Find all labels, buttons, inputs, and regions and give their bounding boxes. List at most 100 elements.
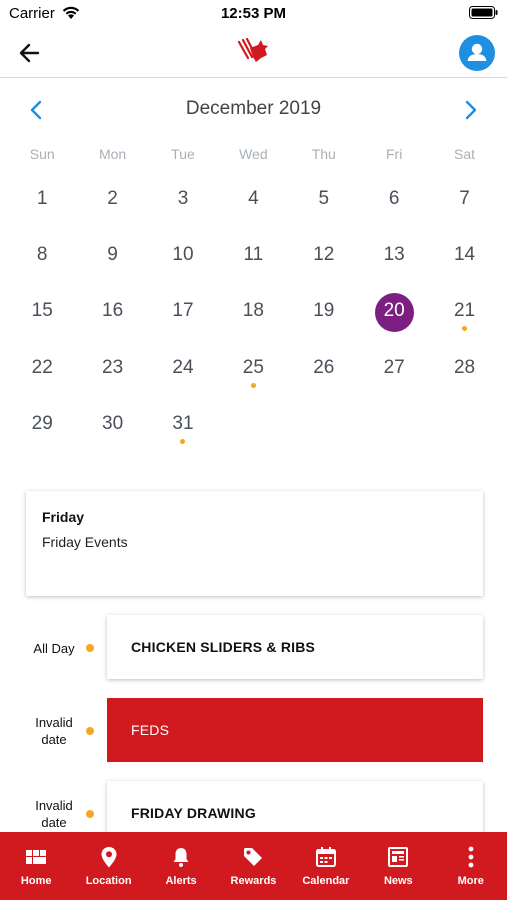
day-summary-card: Friday Friday Events [26,491,483,596]
day-number: 13 [383,244,405,266]
calendar-day[interactable]: 11 [218,232,288,288]
day-number: 25 [242,356,264,378]
calendar-day[interactable]: 12 [289,232,359,288]
day-number: 17 [172,300,194,322]
event-card[interactable]: FEDS [107,698,483,762]
day-card-title: Friday [42,509,85,525]
weekday-header: Sun Mon Tue Wed Thu Fri Sat [7,146,500,166]
calendar-day[interactable]: 23 [77,345,147,401]
day-number: 23 [102,356,124,378]
day-number: 30 [102,412,124,434]
day-number: 21 [453,300,476,322]
event-dot [86,810,94,818]
day-number: 24 [172,356,194,378]
day-number: 19 [313,300,335,322]
event-dot [86,727,94,735]
calendar-day[interactable]: 9 [77,232,147,288]
tab-label: News [383,875,413,887]
calendar-day[interactable]: 18 [218,288,288,344]
tab-alerts[interactable]: Alerts [145,832,217,900]
empty-day-cell [359,401,429,457]
day-number: 22 [31,356,53,378]
day-number: 15 [31,300,53,322]
newspaper-icon [388,847,409,867]
back-button[interactable] [16,39,44,67]
calendar-day[interactable]: 28 [429,345,499,401]
tab-label: More [457,875,484,887]
calendar-day[interactable]: 5 [289,176,359,232]
profile-button[interactable] [459,35,495,71]
empty-day-cell [429,401,499,457]
day-number: 11 [243,244,264,266]
calendar-day[interactable]: 19 [289,288,359,344]
calendar-day[interactable]: 3 [148,176,218,232]
tab-rewards[interactable]: Rewards [217,832,289,900]
calendar-week: 15 16 17 18 19 20 21 [7,288,500,344]
tab-calendar[interactable]: Calendar [290,832,362,900]
bell-icon [173,848,189,867]
calendar-day[interactable]: 16 [77,288,147,344]
weekday-label: Fri [385,146,403,162]
calendar-day[interactable]: 27 [359,345,429,401]
calendar-day[interactable]: 22 [7,345,77,401]
calendar-day[interactable]: 7 [429,176,499,232]
event-row: All Day CHICKEN SLIDERS & RIBS [0,615,507,679]
grid-icon [26,850,47,864]
day-number: 27 [383,356,405,378]
day-number: 16 [102,300,124,322]
calendar-week: 29 30 31 [7,401,500,457]
status-bar: Carrier 12:53 PM [0,0,507,28]
bull-logo-icon [237,37,268,62]
calendar-day[interactable]: 13 [359,232,429,288]
event-row: Invalid date FEDS [0,698,507,762]
event-dot [86,644,94,652]
event-card[interactable]: CHICKEN SLIDERS & RIBS [107,615,483,679]
calendar-day[interactable]: 2 [77,176,147,232]
calendar-day[interactable]: 14 [429,232,499,288]
tag-icon [244,848,263,866]
day-number: 26 [313,356,335,378]
tab-home[interactable]: Home [0,832,72,900]
tab-more[interactable]: More [435,832,507,900]
weekday-label: Thu [311,146,336,162]
calendar-day[interactable]: 20 [359,288,429,344]
tab-label: Alerts [165,875,197,887]
weekday-label: Wed [239,146,268,162]
calendar-day[interactable]: 1 [7,176,77,232]
calendar-header: December 2019 [0,92,507,128]
calendar-day[interactable]: 24 [148,345,218,401]
calendar-day[interactable]: 25 [218,345,288,401]
calendar-day[interactable]: 26 [289,345,359,401]
calendar-day[interactable]: 8 [7,232,77,288]
calendar-day[interactable]: 4 [218,176,288,232]
day-number: 20 [383,300,405,322]
tab-label: Calendar [302,875,350,887]
battery-icon [469,6,498,19]
calendar-day[interactable]: 10 [148,232,218,288]
more-vertical-icon [468,846,474,868]
next-month-button[interactable] [459,98,481,122]
tab-location[interactable]: Location [72,832,144,900]
event-time: All Day [33,641,75,656]
tab-news[interactable]: News [362,832,434,900]
calendar-day[interactable]: 21 [429,288,499,344]
map-pin-icon [101,847,117,868]
app-header [0,28,507,78]
weekday-label: Mon [98,146,127,162]
calendar-day[interactable]: 17 [148,288,218,344]
event-time: Invalid date [35,715,73,747]
day-number: 18 [242,300,264,322]
empty-day-cell [289,401,359,457]
calendar-day[interactable]: 30 [77,401,147,457]
calendar-day[interactable]: 29 [7,401,77,457]
calendar-week: 1 2 3 4 5 6 7 [7,176,500,232]
tab-label: Location [85,875,132,887]
status-time: 12:53 PM [220,5,287,22]
day-number: 7 [459,188,470,209]
day-number: 8 [36,244,48,266]
day-number: 2 [107,188,118,209]
calendar-day[interactable]: 31 [148,401,218,457]
weekday-label: Sat [454,146,476,162]
calendar-day[interactable]: 6 [359,176,429,232]
calendar-day[interactable]: 15 [7,288,77,344]
